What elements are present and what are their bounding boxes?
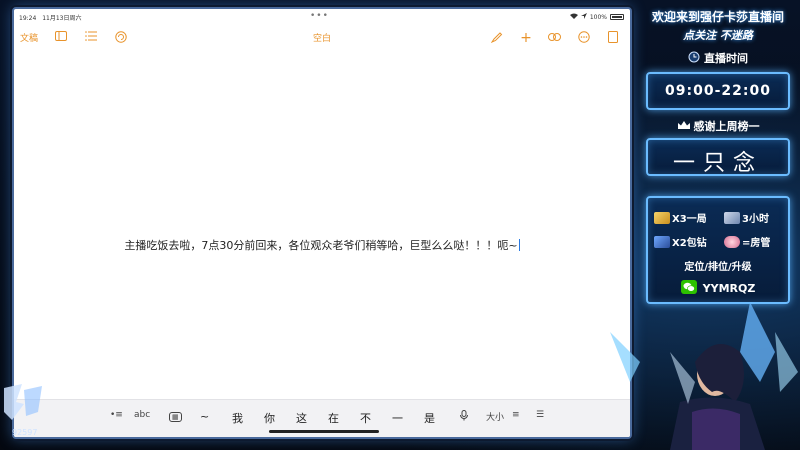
microphone-icon[interactable]: [460, 410, 468, 424]
schedule-title: 直播时间: [704, 52, 748, 65]
multitask-dots-icon[interactable]: •••: [310, 11, 329, 21]
document-title: 空白: [312, 34, 331, 44]
suggestion-6[interactable]: 是: [424, 410, 435, 426]
streamer-id: 92597: [12, 428, 38, 437]
card-icon: [724, 211, 740, 224]
checklist-icon[interactable]: ☰: [536, 410, 544, 420]
suggestion-3[interactable]: 在: [328, 410, 339, 426]
add-icon[interactable]: +: [519, 31, 533, 45]
keyboard-shortcut-bar: •≡ abc ▦ ~ 我 你 这 在 不 一 是 大小 ≡ ☰: [14, 399, 630, 437]
schedule-box: 09:00-22:00: [646, 72, 790, 110]
clock-icon: [688, 51, 700, 66]
perk-3: =房管: [724, 234, 770, 249]
perk-2: X2包钻: [654, 234, 707, 249]
wifi-icon: [569, 13, 578, 21]
character-artwork: [600, 292, 800, 450]
schedule-time: 09:00-22:00: [665, 83, 771, 99]
document-body[interactable]: 主播吃饭去啦，7点30分前回来，各位观众老爷们稍等哈，巨型么么哒！！！呃~: [14, 237, 630, 253]
thanks-header: 感谢上周榜一: [636, 118, 800, 134]
perk-0: X3一局: [654, 210, 707, 225]
suggestion-2[interactable]: 这: [296, 410, 307, 426]
font-size-button[interactable]: 大小: [486, 410, 504, 423]
text-caret: [518, 239, 520, 251]
ticket-icon: [654, 211, 670, 224]
battery-percent: 100%: [589, 13, 607, 21]
suggestion-4[interactable]: 不: [360, 410, 371, 426]
status-right: 100%: [569, 13, 624, 21]
perk-3-label: =房管: [742, 238, 771, 249]
tilde-button[interactable]: ~: [200, 410, 209, 423]
thanks-title: 感谢上周榜一: [693, 120, 760, 133]
perk-1-label: 3小时: [742, 214, 769, 225]
follow-text: 点关注 不迷路: [683, 29, 753, 42]
crown-icon: [677, 120, 691, 133]
schedule-header: 直播时间: [636, 50, 800, 66]
align-icon[interactable]: ≡: [512, 410, 520, 420]
abc-button[interactable]: abc: [134, 410, 150, 420]
top-fan-name: 一只念: [672, 151, 763, 176]
status-bar: 19:24 11月13日周六 ••• 100%: [14, 9, 630, 25]
top-fan-box: 一只念: [646, 138, 790, 176]
home-indicator[interactable]: [269, 430, 379, 433]
perk-2-label: X2包钻: [672, 238, 707, 249]
indent-icon[interactable]: •≡: [110, 410, 123, 420]
stream-background: 19:24 11月13日周六 ••• 100% 文稿 空白 + 主播吃饭去啦，7…: [0, 0, 800, 450]
streamer-logo: [2, 382, 62, 422]
rocket-icon: [654, 235, 670, 248]
perk-1: 3小时: [724, 210, 769, 225]
status-time-value: 19:24: [19, 15, 37, 22]
ipad-screen: 19:24 11月13日周六 ••• 100% 文稿 空白 + 主播吃饭去啦，7…: [12, 7, 632, 439]
more-icon[interactable]: [577, 31, 591, 45]
location-icon: [580, 13, 587, 21]
suggestion-1[interactable]: 你: [264, 410, 275, 426]
status-time: 19:24 11月13日周六: [19, 13, 82, 22]
collab-icon[interactable]: [547, 31, 561, 45]
document-icon[interactable]: [606, 31, 620, 45]
perk-0-label: X3一局: [672, 214, 707, 225]
badge-icon: [724, 235, 740, 248]
brush-icon[interactable]: [490, 31, 504, 45]
table-icon[interactable]: ▦: [169, 412, 182, 422]
services-text: 定位/排位/升级: [684, 262, 752, 273]
welcome-text: 欢迎来到强仔卡莎直播间: [651, 10, 784, 24]
perks-box: X3一局 3小时 X2包钻 =房管 定位/排位/升级 YYMRQZ: [646, 196, 790, 304]
suggestion-5[interactable]: 一: [392, 410, 403, 426]
suggestion-0[interactable]: 我: [232, 410, 243, 426]
toolbar: 文稿 空白 +: [14, 31, 630, 55]
stream-info-panel: 欢迎来到强仔卡莎直播间 点关注 不迷路 直播时间 09:00-22:00 感谢上…: [636, 0, 800, 304]
battery-icon: [610, 14, 624, 20]
document-text[interactable]: 主播吃饭去啦，7点30分前回来，各位观众老爷们稍等哈，巨型么么哒！！！呃~: [124, 239, 517, 252]
status-date: 11月13日周六: [42, 15, 82, 22]
